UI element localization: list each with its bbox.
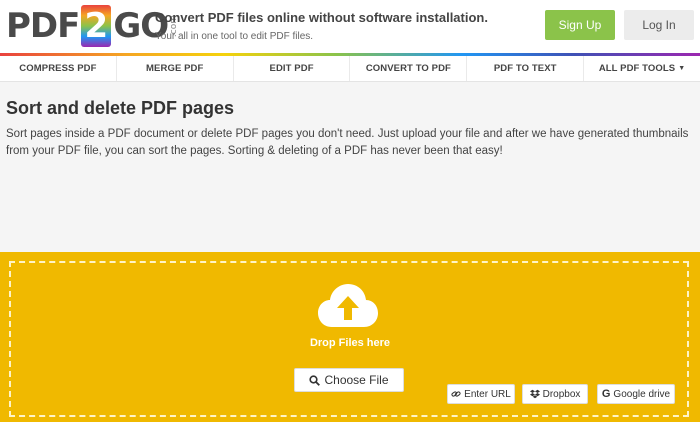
- nav-label: EDIT PDF: [269, 63, 314, 74]
- login-button[interactable]: Log In: [624, 10, 694, 40]
- dropbox-label: Dropbox: [542, 388, 581, 400]
- caret-down-icon: ▼: [678, 65, 686, 72]
- nav-item-merge-pdf[interactable]: MERGE PDF: [117, 56, 234, 81]
- nav-item-pdf-to-text[interactable]: PDF TO TEXT: [467, 56, 585, 81]
- main-nav: COMPRESS PDF MERGE PDF EDIT PDF CONVERT …: [0, 56, 700, 82]
- nav-label: MERGE PDF: [146, 63, 204, 74]
- tagline-subtitle: Your all in one tool to edit PDF files.: [155, 31, 314, 42]
- header: PDF 2 GO .com Convert PDF files online w…: [0, 0, 700, 55]
- cloud-upload-icon: [318, 284, 378, 327]
- choose-file-label: Choose File: [324, 373, 389, 387]
- page-description: Sort pages inside a PDF document or dele…: [6, 128, 689, 157]
- logo-2-badge: 2: [81, 5, 112, 47]
- google-drive-button[interactable]: G Google drive: [597, 384, 675, 404]
- logo-text-left: PDF: [6, 6, 80, 46]
- logo-2-text: 2: [84, 6, 109, 46]
- link-icon: [451, 389, 461, 399]
- enter-url-label: Enter URL: [464, 388, 511, 400]
- nav-item-compress-pdf[interactable]: COMPRESS PDF: [0, 56, 117, 81]
- logo[interactable]: PDF 2 GO .com: [6, 4, 179, 48]
- nav-label: ALL PDF TOOLS: [598, 63, 676, 74]
- page-title: Sort and delete PDF pages: [6, 98, 235, 118]
- drop-files-text: Drop Files here: [309, 337, 391, 349]
- signup-button[interactable]: Sign Up: [545, 10, 615, 40]
- enter-url-button[interactable]: Enter URL: [447, 384, 515, 404]
- nav-label: PDF TO TEXT: [493, 63, 557, 74]
- tagline: Convert PDF files online without softwar…: [155, 10, 488, 42]
- google-icon: G: [601, 388, 611, 400]
- search-icon: [309, 374, 321, 386]
- dropbox-icon: [529, 389, 540, 399]
- nav-label: COMPRESS PDF: [19, 63, 97, 74]
- google-drive-label: Google drive: [613, 388, 671, 400]
- nav-item-all-pdf-tools[interactable]: ALL PDF TOOLS ▼: [584, 56, 700, 81]
- choose-file-button[interactable]: Choose File: [294, 368, 404, 392]
- nav-label: CONVERT TO PDF: [365, 63, 451, 74]
- tagline-title: Convert PDF files online without softwar…: [155, 10, 488, 25]
- main-content: Sort and delete PDF pages Sort pages ins…: [0, 82, 700, 252]
- nav-item-edit-pdf[interactable]: EDIT PDF: [234, 56, 351, 81]
- nav-item-convert-to-pdf[interactable]: CONVERT TO PDF: [350, 56, 468, 81]
- dropbox-button[interactable]: Dropbox: [522, 384, 588, 404]
